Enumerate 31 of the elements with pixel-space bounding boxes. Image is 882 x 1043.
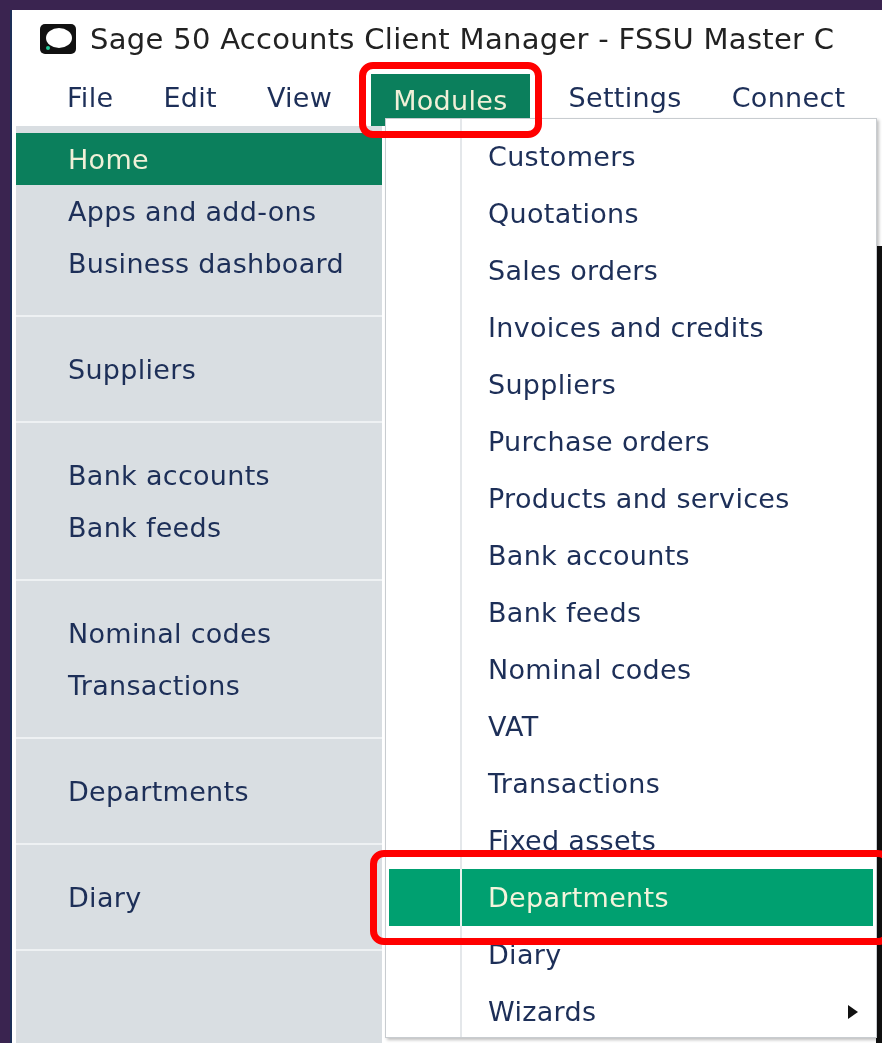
menu-item[interactable]: Quotations (389, 185, 873, 242)
menu-item[interactable]: Transactions (389, 755, 873, 812)
menu-item[interactable]: VAT (389, 698, 873, 755)
menu-item[interactable]: Customers (389, 128, 873, 185)
menu-item[interactable]: Products and services (389, 470, 873, 527)
menu-item[interactable]: Bank accounts (389, 527, 873, 584)
menu-item[interactable]: Wizards (389, 983, 873, 1040)
sidebar-item[interactable]: Suppliers (16, 343, 382, 395)
sidebar-item[interactable]: Transactions (16, 659, 382, 711)
sidebar-item[interactable]: Nominal codes (16, 607, 382, 659)
menu-item[interactable]: Suppliers (389, 356, 873, 413)
menu-item[interactable]: Purchase orders (389, 413, 873, 470)
sidebar-item[interactable]: Diary (16, 871, 382, 923)
sidebar-item[interactable]: Apps and add-ons (16, 185, 382, 237)
window-title: Sage 50 Accounts Client Manager - FSSU Master C (90, 22, 835, 56)
menu-bar-item[interactable]: View (241, 68, 358, 126)
menu-bar-item[interactable]: Edit (138, 68, 242, 126)
sidebar-item[interactable]: Business dashboard (16, 237, 382, 289)
sidebar-item[interactable]: Bank feeds (16, 501, 382, 553)
sidebar-item[interactable]: Departments (16, 765, 382, 817)
app-logo-icon (40, 24, 76, 54)
menu-item[interactable]: Diary (389, 926, 873, 983)
menu-item[interactable]: Nominal codes (389, 641, 873, 698)
submenu-arrow-icon (847, 1003, 859, 1020)
sidebar-item[interactable]: Bank accounts (16, 449, 382, 501)
sidebar-item[interactable]: Home (16, 133, 382, 185)
menu-item[interactable]: Invoices and credits (389, 299, 873, 356)
menu-item[interactable]: Sales orders (389, 242, 873, 299)
menu-item[interactable]: Fixed assets (389, 812, 873, 869)
menu-bar-item[interactable]: File (42, 68, 139, 126)
menu-item[interactable]: Bank feeds (389, 584, 873, 641)
